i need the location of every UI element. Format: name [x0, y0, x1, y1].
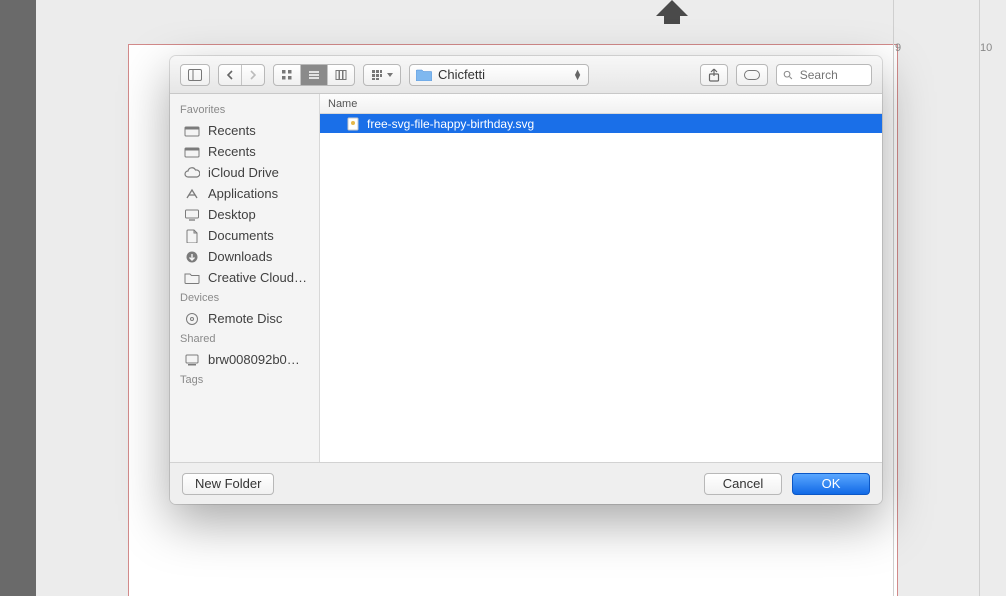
- sidebar-heading: Devices: [170, 288, 319, 308]
- chevron-down-icon: [387, 73, 393, 77]
- ruler-guide: [979, 0, 980, 596]
- chevron-left-icon: [226, 70, 234, 80]
- share-icon: [708, 68, 720, 82]
- list-column-header[interactable]: Name: [320, 94, 882, 114]
- view-mode-segment: [273, 64, 355, 86]
- downloads-icon: [184, 250, 200, 264]
- tag-icon: [744, 70, 760, 80]
- disc-icon: [184, 312, 200, 326]
- toggle-sidebar-button[interactable]: [180, 64, 210, 86]
- file-icon: [346, 117, 360, 131]
- computer-icon: [184, 353, 200, 367]
- dialog-main: Favorites Recents Recents iCloud Drive Appli…: [170, 94, 882, 462]
- up-arrow-icon: [644, 0, 700, 24]
- grid-small-icon: [371, 69, 383, 81]
- icloud-icon: [184, 166, 200, 180]
- sidebar-item-label: Documents: [208, 228, 274, 243]
- sidebar-heading: Favorites: [170, 100, 319, 120]
- grid-icon: [281, 69, 293, 81]
- recents-icon: [184, 145, 200, 159]
- file-open-dialog: Chicfetti ▲▼ Favorites Recents Recents iClo…: [170, 56, 882, 504]
- folder-path-label: Chicfetti: [438, 67, 567, 82]
- popup-updown-icon: ▲▼: [573, 70, 582, 80]
- new-folder-label: New Folder: [195, 476, 261, 491]
- sidebar-item[interactable]: Recents: [170, 120, 319, 141]
- finder-sidebar: Favorites Recents Recents iCloud Drive Appli…: [170, 94, 320, 462]
- folder-path-popup[interactable]: Chicfetti ▲▼: [409, 64, 589, 86]
- ruler-guide: [893, 0, 894, 596]
- nav-forward-button[interactable]: [242, 65, 264, 85]
- file-row[interactable]: free-svg-file-happy-birthday.svg: [320, 114, 882, 133]
- list-icon: [308, 69, 320, 81]
- sidebar-item-label: Recents: [208, 144, 256, 159]
- ruler-number: 9: [895, 42, 901, 54]
- ruler-number: 10: [980, 42, 992, 54]
- desktop-icon: [184, 208, 200, 222]
- sidebar-item-label: Downloads: [208, 249, 272, 264]
- sidebar-item[interactable]: Creative Cloud…: [170, 267, 319, 288]
- sidebar-item-label: Recents: [208, 123, 256, 138]
- sidebar-item-label: Applications: [208, 186, 278, 201]
- sidebar-heading: Shared: [170, 329, 319, 349]
- search-field[interactable]: [776, 64, 872, 86]
- sidebar-item[interactable]: Desktop: [170, 204, 319, 225]
- sidebar-item[interactable]: Documents: [170, 225, 319, 246]
- sidebar-item[interactable]: brw008092b0…: [170, 349, 319, 370]
- dialog-toolbar: Chicfetti ▲▼: [170, 56, 882, 94]
- photoshop-dark-strip: [0, 0, 36, 596]
- dialog-footer: New Folder Cancel OK: [170, 462, 882, 504]
- file-pane: Name free-svg-file-happy-birthday.svg: [320, 94, 882, 462]
- sidebar-item-label: brw008092b0…: [208, 352, 300, 367]
- sidebar-item[interactable]: Downloads: [170, 246, 319, 267]
- sidebar-item-label: Remote Disc: [208, 311, 282, 326]
- folder-icon: [416, 68, 432, 81]
- sidebar-heading: Tags: [170, 370, 319, 390]
- view-list-button[interactable]: [301, 65, 328, 85]
- documents-icon: [184, 229, 200, 243]
- group-by-segment: [363, 64, 401, 86]
- folder-icon: [184, 271, 200, 285]
- ok-button[interactable]: OK: [792, 473, 870, 495]
- search-input[interactable]: [798, 67, 865, 83]
- column-name-label: Name: [328, 98, 357, 110]
- recents-icon: [184, 124, 200, 138]
- sidebar-item[interactable]: Remote Disc: [170, 308, 319, 329]
- view-icons-button[interactable]: [274, 65, 301, 85]
- sidebar-item-label: Creative Cloud…: [208, 270, 307, 285]
- sidebar-item[interactable]: Applications: [170, 183, 319, 204]
- cancel-label: Cancel: [723, 476, 763, 491]
- search-icon: [783, 69, 793, 81]
- group-by-button[interactable]: [364, 65, 400, 85]
- nav-back-button[interactable]: [219, 65, 242, 85]
- file-name-label: free-svg-file-happy-birthday.svg: [367, 117, 534, 131]
- ok-label: OK: [822, 476, 841, 491]
- sidebar-item[interactable]: Recents: [170, 141, 319, 162]
- tags-button[interactable]: [736, 64, 768, 86]
- applications-icon: [184, 187, 200, 201]
- file-list[interactable]: free-svg-file-happy-birthday.svg: [320, 114, 882, 462]
- share-button[interactable]: [700, 64, 728, 86]
- chevron-right-icon: [249, 70, 257, 80]
- new-folder-button[interactable]: New Folder: [182, 473, 274, 495]
- view-columns-button[interactable]: [328, 65, 354, 85]
- sidebar-toggle-icon: [188, 69, 202, 81]
- cancel-button[interactable]: Cancel: [704, 473, 782, 495]
- sidebar-item-label: iCloud Drive: [208, 165, 279, 180]
- nav-back-forward: [218, 64, 265, 86]
- columns-icon: [335, 69, 347, 81]
- sidebar-item-label: Desktop: [208, 207, 256, 222]
- sidebar-item[interactable]: iCloud Drive: [170, 162, 319, 183]
